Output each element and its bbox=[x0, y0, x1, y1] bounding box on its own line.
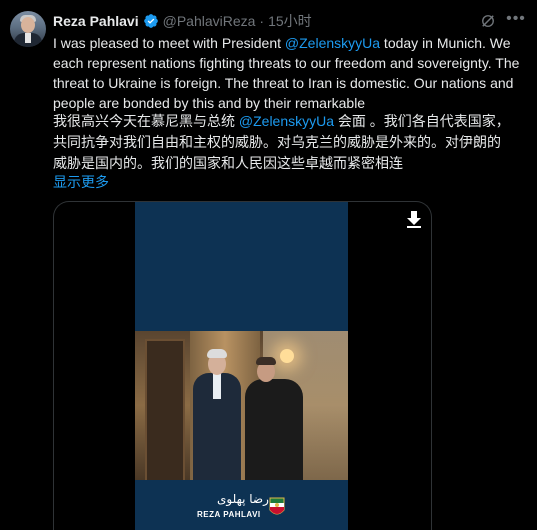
watermark-farsi: رضا پهلوی bbox=[217, 492, 269, 506]
video-player[interactable]: رضا پهلوی REZA PAHLAVI bbox=[53, 201, 432, 530]
watermark-name: REZA PAHLAVI bbox=[197, 510, 261, 519]
avatar-shirt bbox=[25, 33, 31, 43]
separator-dot: · bbox=[259, 13, 265, 29]
video-scene bbox=[135, 331, 348, 480]
tweet-text-part1: I was pleased to meet with President bbox=[53, 35, 285, 51]
author-handle[interactable]: @PahlaviReza bbox=[163, 13, 256, 29]
avatar-face bbox=[21, 17, 35, 33]
translated-mention-link[interactable]: @ZelenskyyUa bbox=[239, 113, 334, 129]
mention-link[interactable]: @ZelenskyyUa bbox=[285, 35, 380, 51]
translated-text-part1: 我很高兴今天在慕尼黑与总统 bbox=[53, 113, 239, 129]
author-avatar[interactable] bbox=[10, 11, 46, 47]
show-more-link[interactable]: 显示更多 bbox=[53, 172, 109, 192]
tweet-text: I was pleased to meet with President @Ze… bbox=[53, 33, 523, 113]
person-right-hair bbox=[256, 357, 276, 365]
author-display-name[interactable]: Reza Pahlavi bbox=[53, 13, 139, 29]
download-icon[interactable] bbox=[406, 210, 422, 228]
scene-door bbox=[145, 339, 185, 480]
scene-lamp bbox=[280, 349, 294, 363]
person-left-shirt bbox=[213, 373, 221, 399]
tweet-timestamp[interactable]: 15小时 bbox=[268, 11, 312, 31]
lion-sun-emblem-icon bbox=[269, 497, 285, 515]
grok-icon[interactable] bbox=[479, 12, 497, 30]
verified-badge-icon[interactable] bbox=[143, 13, 159, 29]
video-watermark: رضا پهلوی REZA PAHLAVI bbox=[135, 492, 348, 530]
tweet-header: Reza Pahlavi @PahlaviReza · 15小时 bbox=[53, 11, 312, 31]
translated-text: 我很高兴今天在慕尼黑与总统 @ZelenskyyUa 会面 。我们各自代表国家，… bbox=[53, 111, 513, 174]
person-right-body bbox=[245, 379, 303, 480]
more-icon[interactable]: ••• bbox=[505, 11, 527, 30]
video-frame: رضا پهلوی REZA PAHLAVI bbox=[135, 202, 348, 530]
person-left-hair bbox=[207, 349, 227, 358]
